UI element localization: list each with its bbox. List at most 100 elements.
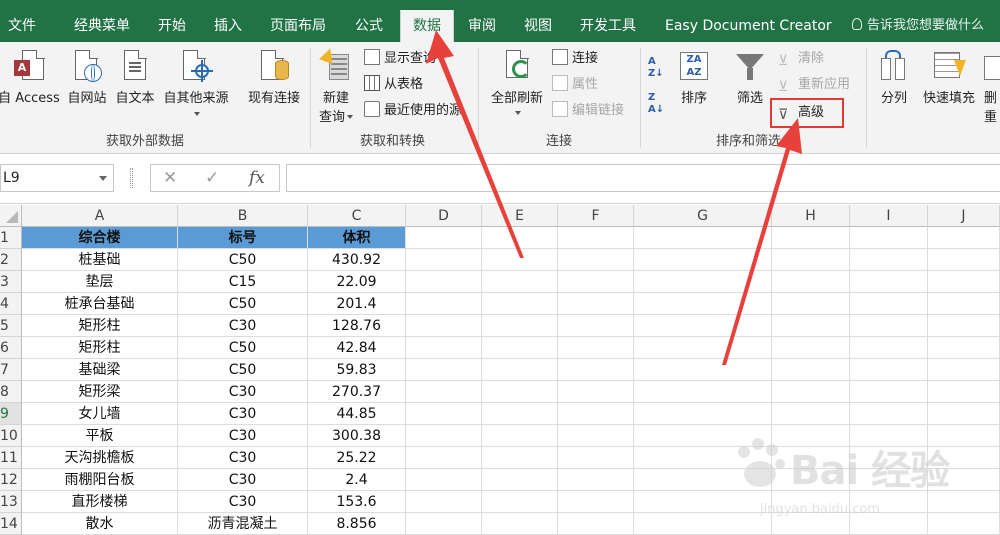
cell[interactable] xyxy=(558,447,634,469)
cell[interactable] xyxy=(482,469,558,491)
column-header-i[interactable]: I xyxy=(850,205,928,227)
cell[interactable] xyxy=(634,227,772,249)
tab-view[interactable]: 视图 xyxy=(524,10,552,42)
cell[interactable] xyxy=(772,359,850,381)
cell[interactable]: C50 xyxy=(178,337,308,359)
cell[interactable] xyxy=(772,403,850,425)
connections-button[interactable]: 连接 xyxy=(552,48,598,70)
existing-connections-button[interactable]: 现有连接 xyxy=(242,48,306,106)
cell[interactable]: 综合楼 xyxy=(22,227,178,249)
cell[interactable]: 128.76 xyxy=(308,315,406,337)
cell[interactable] xyxy=(850,403,928,425)
cell[interactable]: 桩基础 xyxy=(22,249,178,271)
cell[interactable] xyxy=(406,315,482,337)
cell[interactable] xyxy=(928,249,1000,271)
cell[interactable]: 矩形梁 xyxy=(22,381,178,403)
row-header[interactable]: 3 xyxy=(0,271,22,293)
tab-home[interactable]: 开始 xyxy=(158,10,186,42)
tab-data[interactable]: 数据 xyxy=(400,10,454,42)
row-header[interactable]: 2 xyxy=(0,249,22,271)
row-header[interactable]: 13 xyxy=(0,491,22,513)
cell[interactable]: 直形楼梯 xyxy=(22,491,178,513)
cell[interactable]: 平板 xyxy=(22,425,178,447)
column-header-e[interactable]: E xyxy=(482,205,558,227)
cell[interactable] xyxy=(850,227,928,249)
filter-button[interactable]: 筛选 xyxy=(730,48,770,106)
column-header-f[interactable]: F xyxy=(558,205,634,227)
cell[interactable] xyxy=(928,337,1000,359)
cell[interactable] xyxy=(558,403,634,425)
cell[interactable] xyxy=(928,271,1000,293)
cell[interactable]: 散水 xyxy=(22,513,178,535)
from-access-button[interactable]: A 自 Access xyxy=(0,48,60,106)
cell[interactable]: 基础梁 xyxy=(22,359,178,381)
row-header[interactable]: 7 xyxy=(0,359,22,381)
row-header[interactable]: 11 xyxy=(0,447,22,469)
row-header[interactable]: 6 xyxy=(0,337,22,359)
insert-function-icon[interactable]: fx xyxy=(249,165,265,191)
cell[interactable]: C30 xyxy=(178,381,308,403)
row-header[interactable]: 9 xyxy=(0,403,22,425)
cell[interactable]: 300.38 xyxy=(308,425,406,447)
cell[interactable] xyxy=(406,359,482,381)
cell[interactable]: C50 xyxy=(178,359,308,381)
cell[interactable]: 矩形柱 xyxy=(22,315,178,337)
cell[interactable]: C30 xyxy=(178,447,308,469)
cell[interactable] xyxy=(406,469,482,491)
enter-icon[interactable]: ✓ xyxy=(205,165,219,191)
tab-file[interactable]: 文件 xyxy=(8,10,36,42)
tab-insert[interactable]: 插入 xyxy=(214,10,242,42)
row-header[interactable]: 8 xyxy=(0,381,22,403)
cell[interactable] xyxy=(482,513,558,535)
cell[interactable] xyxy=(482,315,558,337)
cell[interactable] xyxy=(634,337,772,359)
column-header-b[interactable]: B xyxy=(178,205,308,227)
cell[interactable] xyxy=(558,293,634,315)
row-header[interactable]: 4 xyxy=(0,293,22,315)
cell[interactable] xyxy=(406,293,482,315)
column-header-j[interactable]: J xyxy=(928,205,1000,227)
cell[interactable] xyxy=(482,403,558,425)
cell[interactable]: 垫层 xyxy=(22,271,178,293)
column-header-d[interactable]: D xyxy=(406,205,482,227)
text-to-columns-button[interactable]: 分列 xyxy=(872,48,916,106)
from-text-button[interactable]: 自文本 xyxy=(112,48,158,106)
cell[interactable] xyxy=(406,513,482,535)
cell[interactable] xyxy=(482,271,558,293)
cell[interactable] xyxy=(406,249,482,271)
cell[interactable] xyxy=(558,271,634,293)
cell[interactable]: 153.6 xyxy=(308,491,406,513)
cell[interactable] xyxy=(928,227,1000,249)
cell[interactable] xyxy=(850,249,928,271)
cell[interactable] xyxy=(850,337,928,359)
cell[interactable] xyxy=(634,381,772,403)
row-header[interactable]: 10 xyxy=(0,425,22,447)
recent-sources-button[interactable]: 最近使用的源 xyxy=(364,100,462,122)
sort-ascending-button[interactable]: A Z↓ xyxy=(648,56,672,80)
column-header-a[interactable]: A xyxy=(22,205,178,227)
select-all-corner[interactable] xyxy=(0,205,22,227)
cell[interactable] xyxy=(482,447,558,469)
column-header-c[interactable]: C xyxy=(308,205,406,227)
cell[interactable] xyxy=(634,403,772,425)
tab-page-layout[interactable]: 页面布局 xyxy=(270,10,326,42)
cell[interactable] xyxy=(634,315,772,337)
cell[interactable] xyxy=(482,227,558,249)
cell[interactable] xyxy=(558,249,634,271)
cell[interactable]: 体积 xyxy=(308,227,406,249)
column-header-g[interactable]: G xyxy=(634,205,772,227)
cell[interactable]: 59.83 xyxy=(308,359,406,381)
cell[interactable] xyxy=(634,249,772,271)
cell[interactable] xyxy=(558,359,634,381)
cell[interactable] xyxy=(928,403,1000,425)
cell[interactable] xyxy=(634,271,772,293)
cell[interactable] xyxy=(634,359,772,381)
refresh-all-button[interactable]: 全部刷新 xyxy=(484,48,550,121)
name-box[interactable]: L9 xyxy=(0,164,114,192)
cell[interactable] xyxy=(558,425,634,447)
cell[interactable] xyxy=(482,381,558,403)
cell[interactable] xyxy=(482,249,558,271)
cell[interactable]: C30 xyxy=(178,425,308,447)
cell[interactable] xyxy=(558,227,634,249)
cell[interactable]: 标号 xyxy=(178,227,308,249)
